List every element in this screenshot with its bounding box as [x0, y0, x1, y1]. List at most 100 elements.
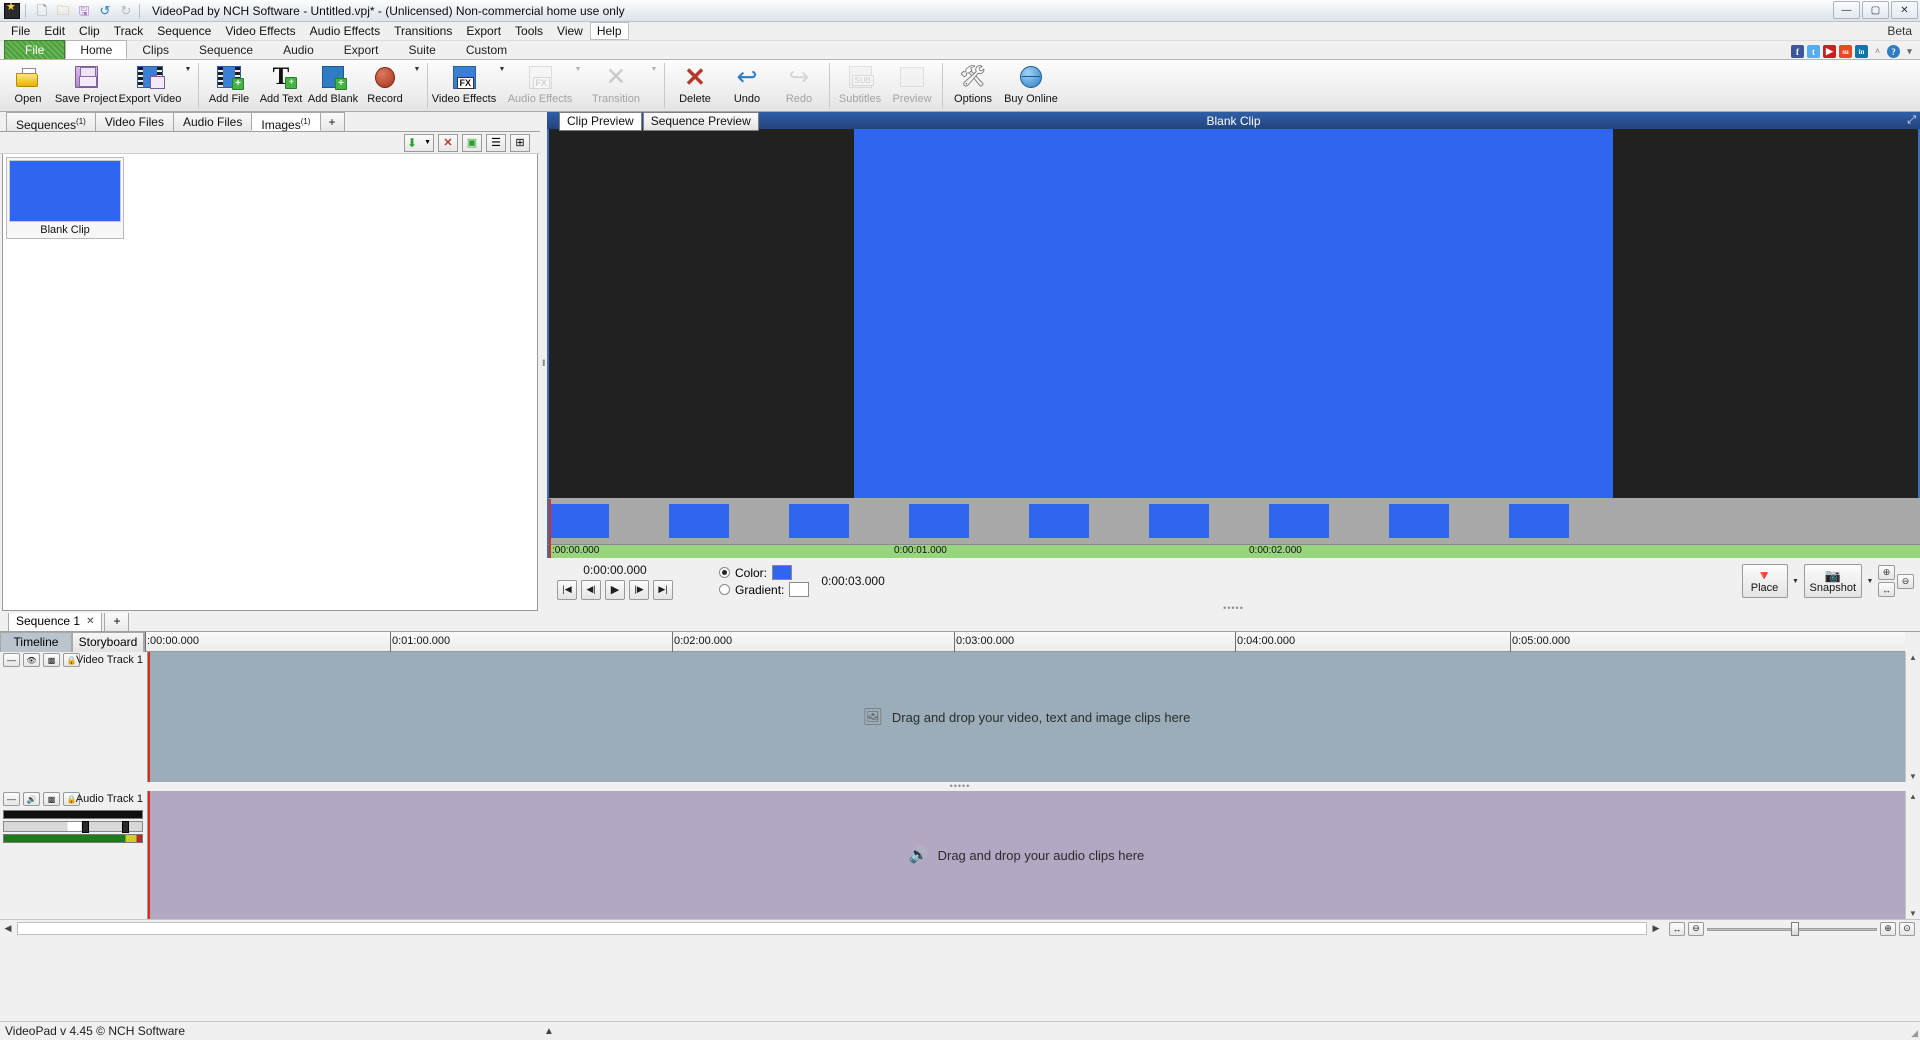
scroll-left-icon[interactable]: ◀	[0, 923, 16, 934]
resize-grip-icon[interactable]: ◢	[1911, 1028, 1918, 1039]
zoom-in-button[interactable]: ⊕	[1878, 565, 1895, 580]
export-video-button[interactable]: Export Video	[118, 60, 182, 111]
audio-volume-slider[interactable]	[3, 821, 143, 833]
save-icon[interactable]: 🖫	[75, 2, 93, 20]
tab-clip-preview[interactable]: Clip Preview	[559, 112, 642, 131]
color-option-row[interactable]: Color:	[719, 565, 809, 580]
scroll-down-icon[interactable]: ▼	[1909, 909, 1917, 918]
ribbon-tab-home[interactable]: Home	[65, 40, 128, 59]
add-blank-button[interactable]: + Add Blank	[307, 60, 359, 111]
bin-tab-video-files[interactable]: Video Files	[94, 112, 174, 131]
menu-view[interactable]: View	[550, 22, 590, 40]
track-visibility-button[interactable]: 👁	[23, 653, 40, 667]
timeline-zoom-slider[interactable]	[1707, 921, 1877, 936]
transition-dropdown-icon[interactable]: ▼	[648, 60, 660, 111]
ribbon-tab-suite[interactable]: Suite	[393, 40, 450, 59]
preview-maximize-icon[interactable]: ⤢	[1907, 114, 1916, 127]
timeline-ruler[interactable]: :00:00.000 0:01:00.000 0:02:00.000 0:03:…	[144, 632, 1905, 652]
download-clip-button[interactable]: ⬇ ▼	[404, 133, 434, 152]
pan-knob[interactable]	[122, 821, 129, 833]
play-button[interactable]: ▶	[605, 579, 625, 600]
snapshot-button[interactable]: 📷 Snapshot	[1803, 564, 1862, 598]
menu-tools[interactable]: Tools	[508, 22, 550, 40]
linkedin-icon[interactable]: in	[1855, 45, 1868, 58]
status-expand-icon[interactable]: ▲	[544, 1026, 554, 1037]
ribbon-tab-file[interactable]: File	[4, 40, 66, 59]
color-radio[interactable]	[719, 567, 730, 578]
scroll-up-icon[interactable]: ▲	[1909, 653, 1917, 662]
add-file-button[interactable]: + Add File	[203, 60, 255, 111]
open-project-icon[interactable]: 🗀	[54, 2, 72, 20]
timeline-hscroll-trough[interactable]	[17, 922, 1647, 935]
subtitles-button[interactable]: SUB Subtitles	[834, 60, 886, 111]
export-video-dropdown-icon[interactable]: ▼	[182, 60, 194, 111]
scroll-down-icon[interactable]: ▼	[1909, 772, 1917, 781]
audio-track-vscrollbar[interactable]: ▲ ▼	[1905, 791, 1920, 919]
ribbon-tab-custom[interactable]: Custom	[451, 40, 522, 59]
timeline-zoom-out-button[interactable]: ⊖	[1688, 921, 1704, 936]
skip-to-end-button[interactable]: ▶|	[653, 579, 673, 600]
video-track-body[interactable]: 🖼 Drag and drop your video, text and ima…	[148, 652, 1905, 782]
detail-view-button[interactable]: ⊞	[510, 133, 530, 152]
options-button[interactable]: 🛠 Options	[947, 60, 999, 111]
gradient-swatch[interactable]	[789, 582, 810, 597]
audio-track-mixer[interactable]	[0, 807, 147, 843]
redo-icon[interactable]: ↻	[117, 2, 135, 20]
undo-button[interactable]: ↩ Undo	[721, 60, 773, 111]
track-splitter[interactable]: •••••	[0, 782, 1920, 791]
menu-video-effects[interactable]: Video Effects	[218, 22, 302, 40]
volume-knob[interactable]	[82, 821, 89, 833]
ribbon-tab-export[interactable]: Export	[329, 40, 394, 59]
record-button[interactable]: Record	[359, 60, 411, 111]
zoom-out-button[interactable]: ⊖	[1897, 573, 1914, 589]
open-button[interactable]: Open	[2, 60, 54, 111]
track-effects-button[interactable]: ▩	[43, 653, 60, 667]
timeline-playhead[interactable]	[148, 652, 150, 782]
list-view-button[interactable]: ☰	[486, 133, 506, 152]
add-sequence-button[interactable]: +	[104, 612, 130, 631]
help-icon[interactable]: ?	[1887, 45, 1900, 58]
bin-tab-images[interactable]: Images(1)	[251, 112, 321, 132]
zoom-slider-knob[interactable]	[1791, 921, 1799, 936]
save-project-button[interactable]: Save Project	[54, 60, 118, 111]
bin-clip-item[interactable]: Blank Clip	[6, 157, 124, 239]
place-button[interactable]: 🔻 Place	[1741, 564, 1788, 598]
chevron-down-icon[interactable]: ▾	[1903, 45, 1916, 58]
ribbon-tab-audio[interactable]: Audio	[268, 40, 329, 59]
remove-clip-button[interactable]: ✕	[438, 133, 458, 152]
add-to-bin-button[interactable]: ▣	[462, 133, 482, 152]
timeline-zoom-in-button[interactable]: ⊕	[1880, 921, 1896, 936]
preview-splitter[interactable]: •••••	[547, 604, 1920, 613]
gradient-radio[interactable]	[719, 584, 730, 595]
facebook-icon[interactable]: f	[1791, 45, 1804, 58]
track-mute-button[interactable]: 🔊	[23, 792, 40, 806]
track-effects-button[interactable]: ▩	[43, 792, 60, 806]
menu-track[interactable]: Track	[107, 22, 151, 40]
add-text-button[interactable]: T + Add Text	[255, 60, 307, 111]
preview-button[interactable]: Preview	[886, 60, 938, 111]
skip-to-start-button[interactable]: |◀	[557, 579, 577, 600]
collapse-ribbon-icon[interactable]: ^	[1871, 45, 1884, 58]
video-track-vscrollbar[interactable]: ▲ ▼	[1905, 652, 1920, 782]
fit-width-button[interactable]: ↔	[1878, 582, 1895, 597]
audio-track-body[interactable]: 🔊 Drag and drop your audio clips here	[148, 791, 1905, 919]
tab-timeline[interactable]: Timeline	[0, 632, 72, 652]
new-project-icon[interactable]: 🗋	[33, 2, 51, 20]
redo-button[interactable]: ↪ Redo	[773, 60, 825, 111]
transition-button[interactable]: ✕ Transition	[584, 60, 648, 111]
menu-export[interactable]: Export	[459, 22, 508, 40]
collapse-track-button[interactable]: —	[3, 653, 20, 667]
minimize-button[interactable]: —	[1833, 1, 1860, 19]
place-dropdown-icon[interactable]: ▼	[1790, 578, 1802, 585]
tab-storyboard[interactable]: Storyboard	[72, 632, 144, 652]
clip-filmstrip[interactable]	[547, 498, 1920, 544]
ribbon-tab-sequence[interactable]: Sequence	[184, 40, 268, 59]
preview-playhead[interactable]	[549, 499, 551, 559]
snapshot-dropdown-icon[interactable]: ▼	[1864, 578, 1876, 585]
bin-tab-audio-files[interactable]: Audio Files	[172, 112, 253, 131]
delete-button[interactable]: ✕ Delete	[669, 60, 721, 111]
gradient-option-row[interactable]: Gradient:	[719, 582, 810, 597]
timeline-fit-button[interactable]: ↔	[1669, 921, 1685, 936]
step-forward-button[interactable]: |▶	[629, 579, 649, 600]
menu-help[interactable]: Help	[589, 22, 629, 40]
